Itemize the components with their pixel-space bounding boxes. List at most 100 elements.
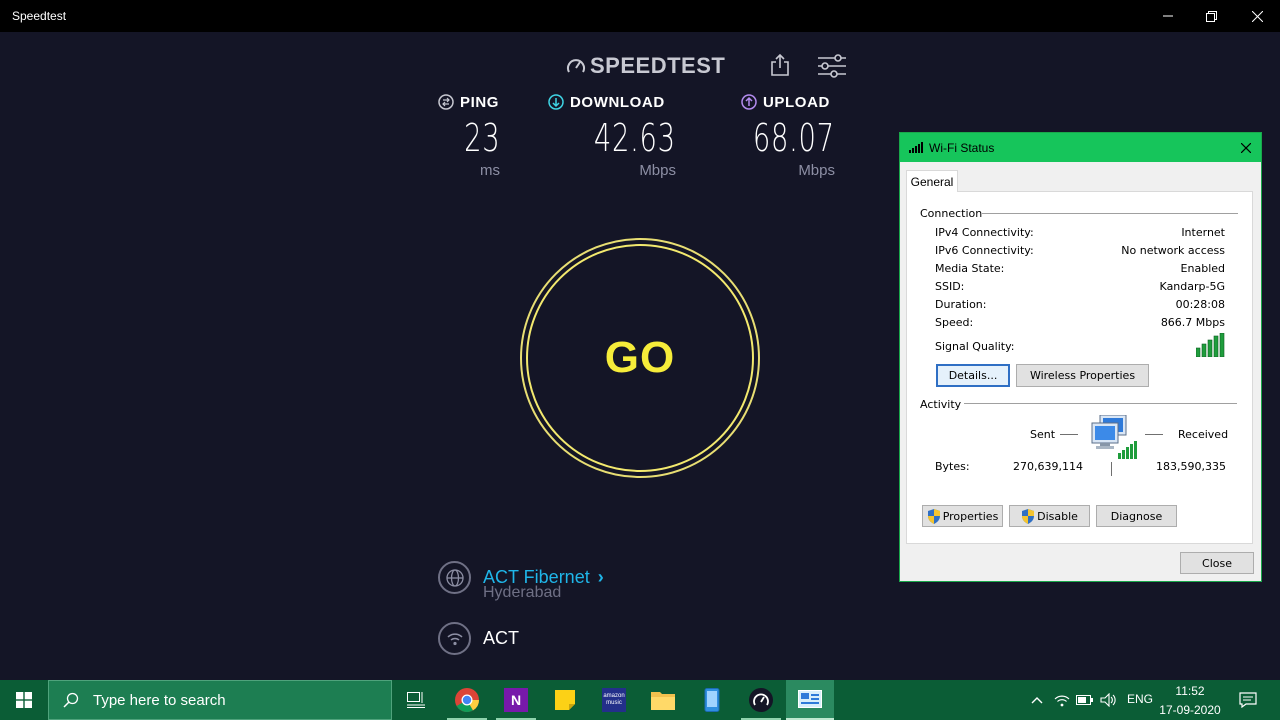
signal-bars-icon <box>909 142 923 153</box>
disable-button[interactable]: Disable <box>1009 505 1090 527</box>
speaker-icon <box>1100 693 1116 707</box>
server-location: Hyderabad <box>483 584 562 601</box>
network-status-app[interactable] <box>786 680 834 720</box>
amazon-music-icon: amazon music <box>602 688 626 712</box>
wireless-properties-button[interactable]: Wireless Properties <box>1016 364 1149 387</box>
ipv4-value: Internet <box>1181 226 1225 239</box>
upload-arrow-icon <box>741 94 757 110</box>
folder-icon <box>651 692 675 710</box>
close-icon <box>1241 142 1251 153</box>
chrome-icon <box>455 688 479 713</box>
close-button-label: Close <box>1202 556 1232 570</box>
your-phone-app[interactable] <box>688 680 736 720</box>
speedtest-taskbar-app[interactable] <box>737 680 785 720</box>
properties-button[interactable]: Properties <box>922 505 1003 527</box>
share-icon <box>771 53 789 76</box>
diagnose-button-label: Diagnose <box>1110 509 1163 523</box>
wifi-icon <box>438 622 471 655</box>
speedtest-icon <box>749 688 773 712</box>
gauge-logo-icon <box>567 59 585 73</box>
share-button[interactable] <box>768 52 792 78</box>
network-computers-icon <box>1091 415 1137 459</box>
download-arrow-icon <box>548 94 564 110</box>
ssid-label: SSID: <box>935 280 965 293</box>
onenote-icon: N <box>504 688 528 712</box>
taskbar-search-box[interactable]: Type here to search <box>48 680 392 720</box>
sticky-notes-app[interactable] <box>541 680 589 720</box>
upload-metric: UPLOAD 68.07 Mbps <box>741 92 835 179</box>
file-explorer-app[interactable] <box>639 680 687 720</box>
diagnose-button[interactable]: Diagnose <box>1096 505 1177 527</box>
clock-date[interactable]: 17-09-2020 <box>1157 703 1223 717</box>
connection-divider <box>982 213 1238 214</box>
dialog-title-bar: Wi-Fi Status <box>900 133 1261 162</box>
media-state-value: Enabled <box>1180 262 1225 275</box>
notifications-button[interactable] <box>1234 680 1262 720</box>
battery-tray-button[interactable] <box>1074 680 1096 720</box>
show-hidden-icons-button[interactable] <box>1026 680 1048 720</box>
tab-general[interactable]: General <box>906 170 958 192</box>
go-button[interactable]: GO <box>520 238 760 478</box>
signal-quality-bars-icon <box>1196 333 1225 357</box>
activity-heading: Activity <box>920 398 962 411</box>
window-title: Speedtest <box>12 9 67 23</box>
sent-label: Sent <box>1030 428 1056 441</box>
dialog-title: Wi-Fi Status <box>929 141 995 155</box>
download-unit: Mbps <box>639 162 676 179</box>
network-info: ACT <box>438 622 519 655</box>
search-placeholder: Type here to search <box>93 691 226 709</box>
phone-icon <box>704 688 720 712</box>
ping-metric: PING 23 ms <box>438 92 500 179</box>
network-settings-icon <box>798 690 822 708</box>
ipv6-value: No network access <box>1121 244 1225 257</box>
speedtest-logo: SPEEDTEST <box>566 52 725 80</box>
task-view-button[interactable] <box>392 680 440 720</box>
battery-icon <box>1076 695 1093 705</box>
ipv6-label: IPv6 Connectivity: <box>935 244 1034 257</box>
input-language-indicator[interactable]: ENG <box>1127 692 1153 706</box>
connection-heading: Connection <box>920 207 983 220</box>
chevron-up-icon <box>1031 697 1043 704</box>
windows-logo-icon <box>16 692 32 708</box>
bytes-sent-value: 270,639,114 <box>1013 460 1083 473</box>
ping-unit: ms <box>480 162 500 179</box>
signal-quality-label: Signal Quality: <box>935 340 1015 353</box>
details-button[interactable]: Details... <box>936 364 1010 387</box>
restore-button[interactable] <box>1188 0 1234 32</box>
logo-text: SPEEDTEST <box>590 53 726 78</box>
settings-button[interactable] <box>816 53 848 79</box>
network-name: ACT <box>483 628 519 648</box>
clock-time[interactable]: 11:52 <box>1160 684 1220 698</box>
amazon-music-text: amazon music <box>603 693 625 706</box>
chevron-right-icon[interactable]: › <box>598 567 604 588</box>
sliders-icon <box>818 54 846 78</box>
upload-unit: Mbps <box>798 162 835 179</box>
ssid-value: Kandarp-5G <box>1159 280 1225 293</box>
chrome-app[interactable] <box>443 680 491 720</box>
close-button[interactable]: Close <box>1180 552 1254 574</box>
volume-tray-button[interactable] <box>1098 680 1120 720</box>
upload-value: 68.07 <box>753 116 835 160</box>
activity-divider <box>964 403 1237 404</box>
properties-button-label: Properties <box>942 509 999 523</box>
duration-label: Duration: <box>935 298 987 311</box>
close-window-button[interactable] <box>1234 0 1280 32</box>
onenote-app[interactable]: N <box>492 680 540 720</box>
uac-shield-icon <box>927 508 940 524</box>
duration-value: 00:28:08 <box>1175 298 1225 311</box>
amazon-music-app[interactable]: amazon music <box>590 680 638 720</box>
title-bar: Speedtest <box>0 0 1280 32</box>
dialog-close-x-button[interactable] <box>1231 133 1261 162</box>
details-button-label: Details... <box>948 369 998 382</box>
minimize-button[interactable] <box>1145 0 1191 32</box>
ping-value: 23 <box>463 116 500 160</box>
upload-label: UPLOAD <box>763 93 830 111</box>
wifi-tray-icon <box>1054 695 1070 707</box>
task-view-icon <box>407 692 425 708</box>
wifi-tray-button[interactable] <box>1051 680 1073 720</box>
start-button[interactable] <box>0 680 48 720</box>
ipv4-label: IPv4 Connectivity: <box>935 226 1034 239</box>
ping-icon <box>438 94 454 110</box>
sent-line <box>1060 434 1078 435</box>
go-label: GO <box>604 333 676 382</box>
